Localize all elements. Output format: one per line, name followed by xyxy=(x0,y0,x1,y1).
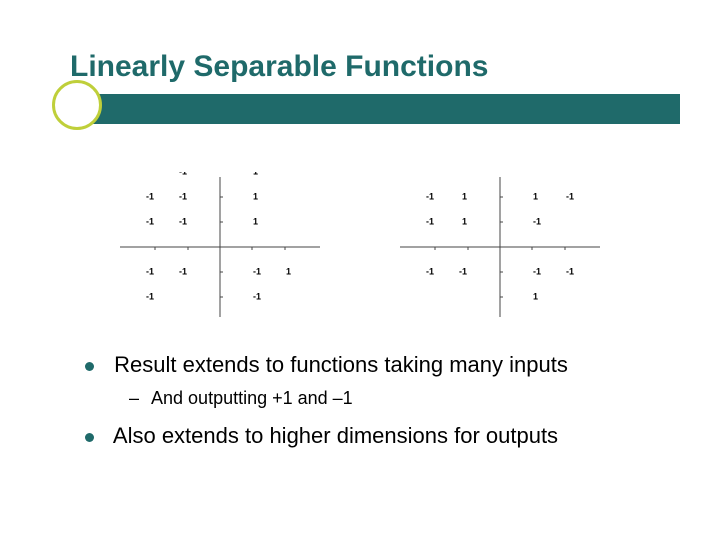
point-label: -1 xyxy=(533,216,541,226)
point-label: -1 xyxy=(179,191,187,201)
point-label: 1 xyxy=(286,266,291,276)
bullet-text: Also extends to higher dimensions for ou… xyxy=(113,423,558,448)
sub-bullet-list: And outputting +1 and –1 xyxy=(129,388,660,409)
point-label: 1 xyxy=(462,216,467,226)
point-label: -1 xyxy=(566,191,574,201)
scatter-figure-1: -1 -1 -1 -1 -1 1 1 1 -1 -1 -1 1 -1 -1 xyxy=(110,172,330,322)
point-label: -1 xyxy=(253,291,261,301)
point-label: -1 xyxy=(146,216,154,226)
title-area: Linearly Separable Functions xyxy=(0,0,720,84)
slide-title: Linearly Separable Functions xyxy=(70,50,660,84)
bullet-item: Also extends to higher dimensions for ou… xyxy=(85,423,660,449)
point-label: -1 xyxy=(426,191,434,201)
point-label: -1 xyxy=(426,216,434,226)
point-label: 1 xyxy=(253,216,258,226)
scatter-figure-2: -1 1 1 -1 1 -1 -1 -1 -1 -1 -1 1 xyxy=(390,172,610,322)
bar-decoration xyxy=(78,94,680,124)
point-label: -1 xyxy=(179,266,187,276)
point-label: -1 xyxy=(146,191,154,201)
point-label: -1 xyxy=(533,266,541,276)
circle-decoration xyxy=(52,80,102,130)
bullet-list: Result extends to functions taking many … xyxy=(85,352,660,449)
point-label: -1 xyxy=(253,266,261,276)
point-label: 1 xyxy=(253,191,258,201)
point-label: -1 xyxy=(459,266,467,276)
point-label: 1 xyxy=(533,191,538,201)
point-label: 1 xyxy=(253,172,258,176)
point-label: -1 xyxy=(179,172,187,176)
point-label: 1 xyxy=(462,191,467,201)
decorative-banner xyxy=(0,94,720,132)
point-label: -1 xyxy=(146,266,154,276)
point-label: -1 xyxy=(426,266,434,276)
figures-row: -1-1-1-1-1111-1-1-11-1-1 -111-11-1-1-1-1… xyxy=(0,172,720,322)
point-label: -1 xyxy=(566,266,574,276)
body-text: Result extends to functions taking many … xyxy=(0,322,720,449)
slide: Linearly Separable Functions -1 -1 -1 -1 -1 1… xyxy=(0,0,720,540)
bullet-text: Result extends to functions taking many … xyxy=(114,352,568,377)
point-label: -1 xyxy=(146,291,154,301)
point-label: 1 xyxy=(533,291,538,301)
sub-bullet-item: And outputting +1 and –1 xyxy=(129,388,660,409)
point-label: -1 xyxy=(179,216,187,226)
bullet-item: Result extends to functions taking many … xyxy=(85,352,660,409)
points: -1 -1 -1 -1 -1 1 1 1 -1 -1 -1 1 -1 -1 xyxy=(146,172,291,301)
sub-bullet-text: And outputting +1 and –1 xyxy=(151,388,353,408)
